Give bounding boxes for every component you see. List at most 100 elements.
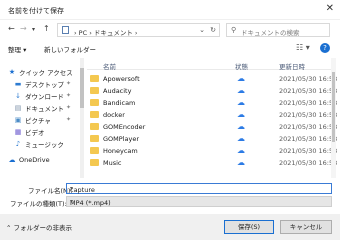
column-header-date[interactable]: 更新日時 bbox=[279, 61, 305, 71]
list-item[interactable]: GOMPlayer ☁ 2021/05/30 16:58 bbox=[87, 132, 337, 144]
window-title: 名前を付けて保存 bbox=[8, 7, 64, 15]
chevron-down-icon[interactable]: ▾ bbox=[70, 185, 328, 192]
filename-input[interactable]: capture ▾ bbox=[66, 183, 332, 194]
nav-item-label: OneDrive bbox=[19, 155, 50, 164]
item-name: GOMEncoder bbox=[103, 123, 146, 131]
column-header-status[interactable]: 状態 bbox=[235, 61, 248, 71]
list-item[interactable]: docker ☁ 2021/05/30 16:58 bbox=[87, 108, 337, 120]
search-input[interactable]: ⚲ ドキュメントの検索 bbox=[226, 23, 330, 37]
forward-arrow-icon[interactable]: → bbox=[20, 24, 27, 33]
title-bar: 名前を付けて保存 ✕ bbox=[0, 0, 340, 20]
pin-icon: ✦ bbox=[66, 116, 72, 123]
pin-icon: ✦ bbox=[66, 92, 72, 99]
refresh-icon[interactable]: ↻ bbox=[210, 26, 216, 34]
item-name: Bandicam bbox=[103, 99, 136, 107]
search-placeholder: ドキュメントの検索 bbox=[241, 29, 300, 37]
nav-item-videos[interactable]: ▦ ビデオ bbox=[14, 126, 45, 137]
folder-icon bbox=[90, 135, 99, 142]
list-item[interactable]: Audacity ☁ 2021/05/30 16:58 bbox=[87, 84, 337, 96]
filetype-select[interactable]: MP4 (*.mp4) ▾ bbox=[66, 196, 332, 207]
nav-item-pictures[interactable]: ▣ ピクチャ bbox=[14, 114, 51, 125]
cloud-sync-icon: ☁ bbox=[237, 74, 245, 83]
list-item[interactable]: Bandicam ☁ 2021/05/30 16:58 bbox=[87, 96, 337, 108]
list-item[interactable]: Music ☁ 2021/05/30 16:58 bbox=[87, 156, 337, 168]
close-icon[interactable]: ✕ bbox=[326, 3, 334, 14]
hide-folders-button[interactable]: ⌃ フォルダーの非表示 bbox=[6, 222, 72, 232]
item-name: Audacity bbox=[103, 87, 132, 95]
cloud-sync-icon: ☁ bbox=[237, 158, 245, 167]
dialog-footer: ⌃ フォルダーの非表示 保存(S) キャンセル bbox=[0, 214, 340, 240]
cloud-sync-icon: ☁ bbox=[237, 146, 245, 155]
address-row: ← → ▾ ↑ › PC › ドキュメント › ⌄ ↻ ⚲ ドキュメントの検索 bbox=[0, 20, 340, 40]
folder-icon bbox=[90, 75, 99, 82]
new-folder-button[interactable]: 新しいフォルダー bbox=[44, 44, 96, 54]
nav-item-label: ドキュメント bbox=[25, 104, 64, 113]
folder-icon bbox=[90, 99, 99, 106]
chevron-up-icon: ⌃ bbox=[6, 224, 12, 232]
list-header: 名前 状態 更新日時 bbox=[87, 58, 332, 71]
scrollbar-thumb[interactable] bbox=[80, 68, 84, 108]
chevron-down-icon[interactable]: ⌄ bbox=[199, 26, 205, 34]
star-icon: ★ bbox=[8, 67, 16, 76]
folder-icon bbox=[90, 147, 99, 154]
download-icon: ↓ bbox=[15, 91, 21, 100]
help-icon[interactable]: ? bbox=[320, 43, 330, 53]
file-list: 名前 状態 更新日時 Apowersoft ☁ 2021/05/30 16:58… bbox=[87, 58, 337, 178]
cancel-button[interactable]: キャンセル bbox=[280, 220, 332, 234]
search-icon: ⚲ bbox=[231, 26, 237, 34]
file-list-scrollbar[interactable] bbox=[331, 58, 336, 178]
nav-item-downloads[interactable]: ↓ ダウンロード bbox=[14, 90, 64, 101]
organize-button[interactable]: 整理 ▾ bbox=[8, 44, 26, 54]
music-icon: ♪ bbox=[15, 139, 21, 148]
item-name: Apowersoft bbox=[103, 75, 140, 83]
folder-icon bbox=[90, 123, 99, 130]
column-header-name[interactable]: 名前 bbox=[103, 61, 116, 71]
list-item[interactable]: Honeycam ☁ 2021/05/30 16:58 bbox=[87, 144, 337, 156]
folder-icon bbox=[90, 159, 99, 166]
cloud-icon: ☁ bbox=[8, 155, 16, 164]
cloud-sync-icon: ☁ bbox=[237, 110, 245, 119]
pin-icon: ✦ bbox=[66, 80, 72, 87]
item-date: 2021/05/30 16:58 bbox=[279, 99, 338, 107]
recent-locations-icon[interactable]: ▾ bbox=[32, 26, 35, 33]
item-name: GOMPlayer bbox=[103, 135, 139, 143]
folder-icon bbox=[90, 87, 99, 94]
cloud-sync-icon: ☁ bbox=[237, 98, 245, 107]
view-options-icon[interactable]: ☷ ▾ bbox=[296, 43, 310, 52]
pc-icon bbox=[62, 26, 69, 34]
scrollbar-thumb[interactable] bbox=[332, 72, 335, 142]
breadcrumb[interactable]: › PC › ドキュメント › bbox=[74, 27, 138, 37]
save-form: ファイル名(N): capture ▾ ファイルの種類(T): MP4 (*.m… bbox=[0, 180, 340, 210]
cloud-sync-icon: ☁ bbox=[237, 134, 245, 143]
nav-item-onedrive[interactable]: ☁ OneDrive bbox=[8, 154, 50, 165]
folder-icon bbox=[90, 111, 99, 118]
item-name: Music bbox=[103, 159, 122, 167]
nav-item-music[interactable]: ♪ ミュージック bbox=[14, 138, 64, 149]
back-arrow-icon[interactable]: ← bbox=[8, 24, 15, 33]
hide-folders-label: フォルダーの非表示 bbox=[13, 224, 73, 232]
nav-item-label: ビデオ bbox=[25, 128, 45, 137]
navigation-pane: ★ クイック アクセス ▬ デスクトップ ✦ ↓ ダウンロード ✦ ▤ ドキュメ… bbox=[0, 58, 82, 178]
list-item[interactable]: GOMEncoder ☁ 2021/05/30 16:58 bbox=[87, 120, 337, 132]
videos-icon: ▦ bbox=[14, 127, 22, 136]
up-arrow-icon[interactable]: ↑ bbox=[43, 24, 50, 33]
nav-item-desktop[interactable]: ▬ デスクトップ bbox=[14, 78, 64, 89]
desktop-icon: ▬ bbox=[14, 79, 22, 88]
address-bar[interactable]: › PC › ドキュメント › ⌄ ↻ bbox=[57, 23, 220, 37]
save-button[interactable]: 保存(S) bbox=[224, 220, 274, 234]
chevron-down-icon[interactable]: ▾ bbox=[70, 198, 328, 205]
item-name: docker bbox=[103, 111, 125, 119]
nav-item-label: ダウンロード bbox=[25, 92, 64, 101]
item-date: 2021/05/30 16:58 bbox=[279, 135, 338, 143]
nav-item-label: デスクトップ bbox=[25, 80, 64, 89]
nav-item-quick-access[interactable]: ★ クイック アクセス bbox=[8, 66, 73, 77]
command-bar: 整理 ▾ 新しいフォルダー ☷ ▾ ? bbox=[0, 40, 340, 56]
nav-item-label: ピクチャ bbox=[25, 116, 51, 125]
list-item[interactable]: Apowersoft ☁ 2021/05/30 16:58 bbox=[87, 72, 337, 84]
documents-icon: ▤ bbox=[14, 103, 22, 112]
nav-item-label: ミュージック bbox=[25, 140, 64, 149]
pictures-icon: ▣ bbox=[14, 115, 22, 124]
nav-scrollbar[interactable] bbox=[80, 58, 84, 178]
nav-item-documents[interactable]: ▤ ドキュメント bbox=[14, 102, 64, 113]
item-date: 2021/05/30 16:58 bbox=[279, 147, 338, 155]
